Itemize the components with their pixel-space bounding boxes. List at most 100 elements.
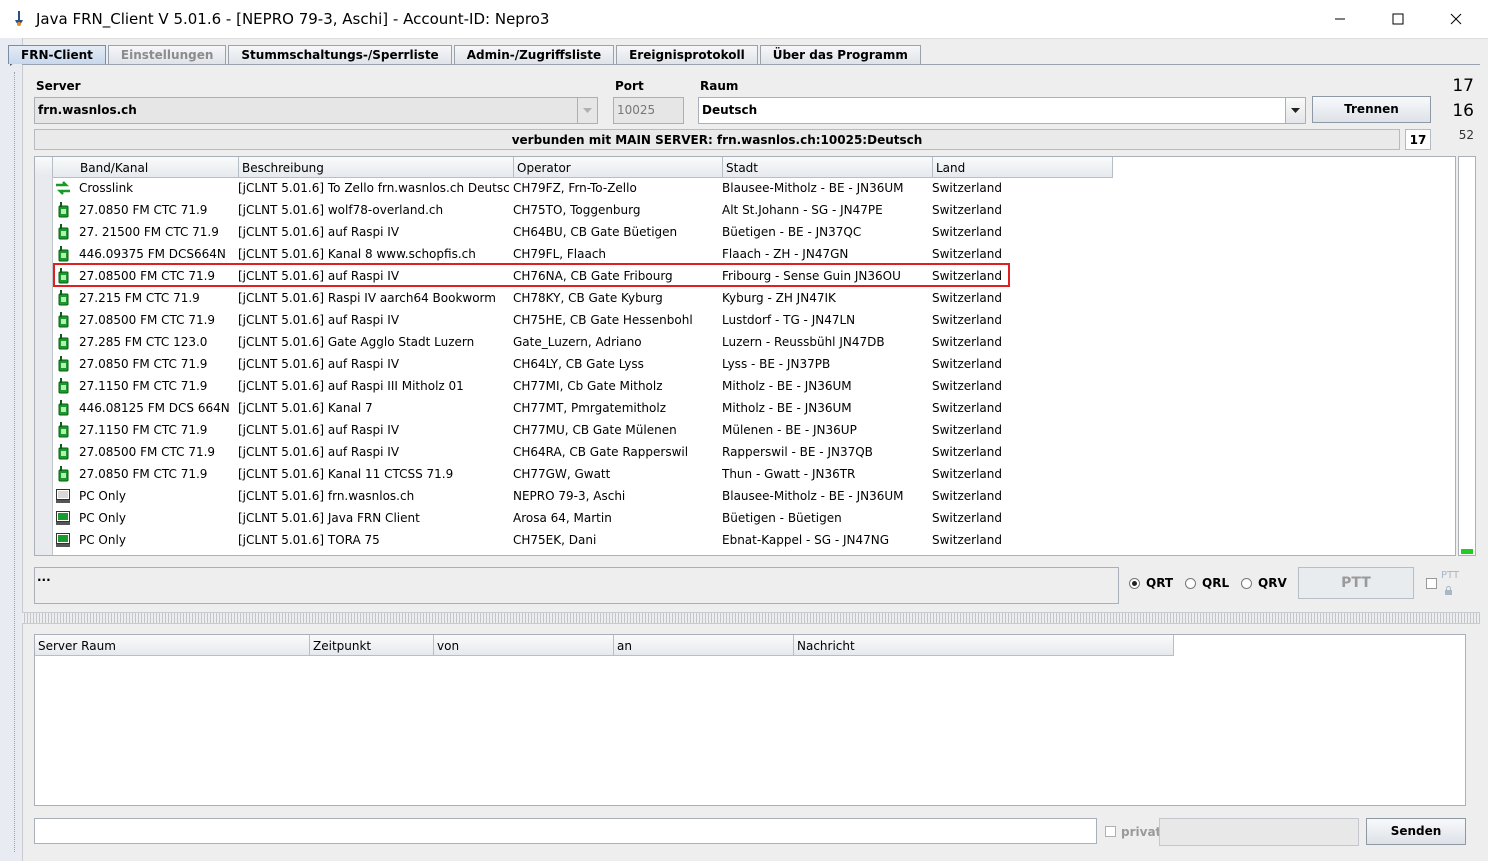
cell-operator: CH78KY, CB Gate Kyburg	[513, 291, 663, 305]
cell-desc: [jCLNT 5.01.6] Kanal 11 CTCSS 71.9	[238, 467, 454, 481]
column-header-server-room[interactable]: Server Raum	[35, 635, 310, 655]
cell-city: Rapperswil - BE - JN37QB	[722, 445, 873, 459]
messages-table[interactable]: Server Raum Zeitpunkt von an Nachricht	[34, 634, 1466, 806]
mode-qrl[interactable]: QRL	[1185, 576, 1229, 590]
close-icon	[1450, 13, 1462, 25]
maximize-icon	[1392, 13, 1404, 25]
server-dropdown-button[interactable]	[577, 98, 597, 123]
cell-country: Switzerland	[932, 335, 1002, 349]
left-split-strip[interactable]	[0, 38, 23, 861]
private-recipient-field[interactable]	[1159, 818, 1359, 846]
horizontal-splitter[interactable]	[22, 612, 1480, 624]
column-header-from[interactable]: von	[434, 635, 614, 655]
radio-gateway-icon	[55, 246, 71, 262]
table-row[interactable]: 446.09375 FM DCS664N [jCLNT 5.01.6] Kanal…	[35, 243, 1455, 265]
cell-operator: CH64RA, CB Gate Rapperswil	[513, 445, 689, 459]
table-row[interactable]: 27. 21500 FM CTC 71.9 [jCLNT 5.01.6] auf …	[35, 221, 1455, 243]
mode-qrv[interactable]: QRV	[1241, 576, 1287, 590]
private-checkbox[interactable]	[1105, 826, 1116, 837]
table-row[interactable]: PC Only [jCLNT 5.01.6] Java FRN Client Aro…	[35, 507, 1455, 529]
cell-desc: [jCLNT 5.01.6] wolf78-overland.ch	[238, 203, 444, 217]
tab-admin-access[interactable]: Admin-/Zugriffsliste	[453, 45, 615, 64]
radio-gateway-icon	[55, 202, 71, 218]
cell-band: 27.0850 FM CTC 71.9	[79, 203, 208, 217]
room-combo[interactable]: Deutsch	[698, 97, 1306, 124]
cell-band: PC Only	[79, 489, 126, 503]
cell-operator: Gate_Luzern, Adriano	[513, 335, 642, 349]
column-header-message[interactable]: Nachricht	[794, 635, 1174, 655]
room-value: Deutsch	[702, 103, 758, 117]
send-button[interactable]: Senden	[1366, 818, 1466, 845]
cell-desc: [jCLNT 5.01.6] auf Raspi IV	[238, 423, 400, 437]
mode-qrt[interactable]: QRT	[1129, 576, 1173, 590]
tab-mute-list[interactable]: Stummschaltungs-/Sperrliste	[228, 45, 452, 64]
port-field[interactable]: 10025	[613, 97, 684, 124]
cell-country: Switzerland	[932, 489, 1002, 503]
cell-desc: [jCLNT 5.01.6] Gate Agglo Stadt Luzern	[238, 335, 475, 349]
tab-einstellungen[interactable]: Einstellungen	[107, 45, 227, 64]
users-table[interactable]: Band/Kanal Beschreibung Operator Stadt L…	[34, 156, 1456, 556]
message-input[interactable]	[34, 818, 1097, 844]
cell-band: 27.08500 FM CTC 71.9	[79, 313, 216, 327]
split-divider	[14, 72, 17, 852]
minimize-button[interactable]	[1317, 0, 1363, 38]
table-row[interactable]: 27.1150 FM CTC 71.9 [jCLNT 5.01.6] auf Ra…	[35, 375, 1455, 397]
cell-city: Mülenen - BE - JN36UP	[722, 423, 857, 437]
table-row[interactable]: 27.215 FM CTC 71.9 [jCLNT 5.01.6] Raspi I…	[35, 287, 1455, 309]
tab-about[interactable]: Über das Programm	[759, 45, 921, 64]
cell-city: Ebnat-Kappel - SG - JN47NG	[722, 533, 890, 547]
column-header-city[interactable]: Stadt	[723, 157, 933, 177]
disconnect-button[interactable]: Trennen	[1312, 96, 1431, 123]
server-label: Server	[36, 79, 81, 93]
cell-desc: [jCLNT 5.01.6] TORA 75	[238, 533, 380, 547]
room-dropdown-button[interactable]	[1285, 98, 1305, 123]
table-row[interactable]: 27.0850 FM CTC 71.9 [jCLNT 5.01.6] Kanal …	[35, 463, 1455, 485]
cell-band: 27.0850 FM CTC 71.9	[79, 467, 208, 481]
cell-desc: [jCLNT 5.01.6] auf Raspi IV	[238, 225, 400, 239]
column-header-time[interactable]: Zeitpunkt	[310, 635, 434, 655]
counter-bottom: 52	[1458, 128, 1474, 142]
table-row[interactable]: 27.285 FM CTC 123.0 [jCLNT 5.01.6] Gate A…	[35, 331, 1455, 353]
ptt-button[interactable]: PTT	[1298, 567, 1414, 599]
server-combo[interactable]: frn.wasnlos.ch	[34, 97, 598, 124]
table-row[interactable]: Crosslink [jCLNT 5.01.6] To Zello frn.was…	[35, 177, 1455, 199]
counter-middle: 16	[1452, 101, 1474, 121]
column-header-to[interactable]: an	[614, 635, 794, 655]
close-button[interactable]	[1433, 0, 1479, 38]
room-label: Raum	[700, 79, 739, 93]
column-header-band[interactable]: Band/Kanal	[53, 157, 239, 177]
radio-qrv[interactable]	[1241, 577, 1252, 589]
cell-country: Switzerland	[932, 511, 1002, 525]
selected-row-highlight	[53, 263, 1010, 287]
radio-gateway-icon	[55, 356, 71, 372]
column-header-country[interactable]: Land	[933, 157, 1113, 177]
tab-frn-client[interactable]: FRN-Client	[8, 45, 106, 64]
cell-city: Lyss - BE - JN37PB	[722, 357, 831, 371]
crosslink-icon	[55, 180, 71, 196]
cell-city: Büetigen - BE - JN37QC	[722, 225, 862, 239]
cell-desc: [jCLNT 5.01.6] auf Raspi IV	[238, 313, 400, 327]
lock-icon	[1445, 586, 1452, 595]
cell-city: Mitholz - BE - JN36UM	[722, 401, 852, 415]
table-row[interactable]: PC Only [jCLNT 5.01.6] TORA 75 CH75EK, Dan…	[35, 529, 1455, 551]
table-row[interactable]: 27.08500 FM CTC 71.9 [jCLNT 5.01.6] auf R…	[35, 441, 1455, 463]
column-header-operator[interactable]: Operator	[514, 157, 723, 177]
table-row[interactable]: 27.0850 FM CTC 71.9 [jCLNT 5.01.6] wolf78…	[35, 199, 1455, 221]
cell-operator: NEPRO 79-3, Aschi	[513, 489, 626, 503]
maximize-button[interactable]	[1375, 0, 1421, 38]
minimize-icon	[1335, 18, 1345, 20]
table-row[interactable]: 446.08125 FM DCS 664N [jCLNT 5.01.6] Kana…	[35, 397, 1455, 419]
column-header-description[interactable]: Beschreibung	[239, 157, 514, 177]
ptt-lock-checkbox[interactable]	[1426, 578, 1437, 589]
table-row[interactable]: 27.08500 FM CTC 71.9 [jCLNT 5.01.6] auf R…	[35, 309, 1455, 331]
table-row[interactable]: 27.0850 FM CTC 71.9 [jCLNT 5.01.6] auf Ra…	[35, 353, 1455, 375]
radio-qrl[interactable]	[1185, 577, 1196, 589]
radio-qrt[interactable]	[1129, 577, 1140, 589]
cell-operator: CH64BU, CB Gate Büetigen	[513, 225, 678, 239]
table-row[interactable]: PC Only [jCLNT 5.01.6] frn.wasnlos.ch NEPR…	[35, 485, 1455, 507]
cell-desc: [jCLNT 5.01.6] Java FRN Client	[238, 511, 420, 525]
table-row[interactable]: 27.1150 FM CTC 71.9 [jCLNT 5.01.6] auf Ra…	[35, 419, 1455, 441]
tab-event-log[interactable]: Ereignisprotokoll	[616, 45, 758, 64]
radio-gateway-icon	[55, 378, 71, 394]
cell-city: Luzern - Reussbühl JN47DB	[722, 335, 885, 349]
